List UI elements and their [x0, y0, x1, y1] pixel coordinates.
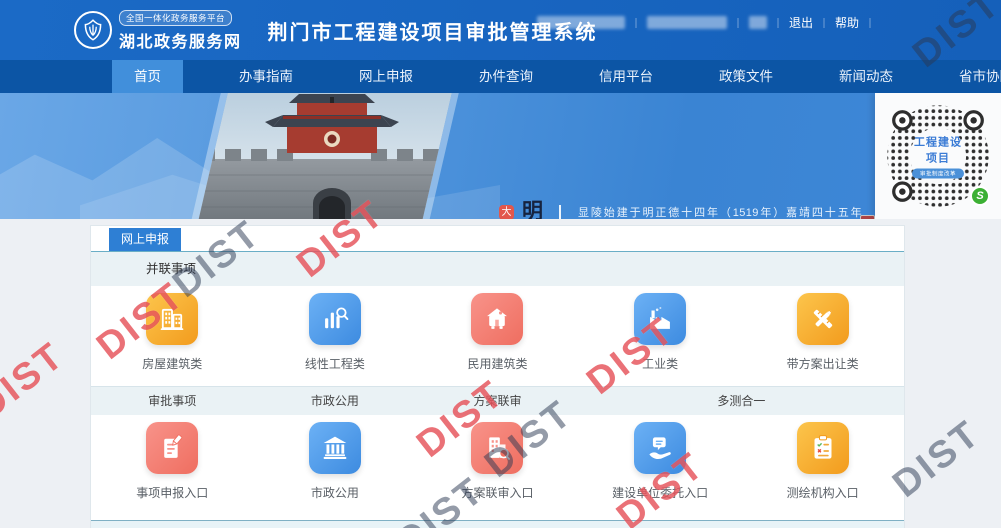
next-section-band — [91, 520, 904, 528]
clipboard-check-icon — [797, 422, 849, 474]
main-nav: 首页 办事指南 网上申报 办件查询 信用平台 政策文件 新闻动态 省市协同平台 — [0, 60, 1001, 93]
entry-item-joint-review[interactable]: 方案联审入口 — [416, 415, 579, 515]
factory-icon — [634, 293, 686, 345]
top-header: 全国一体化政务服务平台 湖北政务服务网 荆门市工程建设项目审批管理系统 ｜ ｜ … — [0, 0, 1001, 60]
qr-center-label: 工程建设 项目 审批制度改革 — [907, 134, 969, 179]
service-civil-building[interactable]: 民用建筑类 — [416, 286, 579, 386]
nav-item-credit-platform[interactable]: 信用平台 — [589, 60, 663, 93]
nav-item-province-city[interactable]: 省市协同平台 — [949, 60, 1001, 93]
title-char: 明 — [522, 201, 543, 219]
section-multi-survey: 多测合一 — [579, 387, 904, 415]
separator: ｜ — [819, 15, 829, 30]
service-linear-engineering[interactable]: 线性工程类 — [254, 286, 417, 386]
slogan-char: 大 — [499, 205, 514, 219]
vertical-divider — [559, 205, 561, 219]
user-links: ｜ ｜ ｜ 退出 ｜ 帮助 ｜ — [537, 14, 881, 31]
buildings-icon — [146, 293, 198, 345]
qr-title-line1: 工程建设 — [907, 134, 969, 150]
service-label: 房屋建筑类 — [142, 355, 202, 372]
section-approval-items: 审批事项 — [91, 387, 254, 415]
separator: ｜ — [631, 15, 641, 30]
logo[interactable]: 全国一体化政务服务平台 湖北政务服务网 — [74, 8, 242, 52]
banner-photo — [190, 93, 459, 219]
qr-code-panel: 工程建设 项目 审批制度改革 S — [875, 93, 1001, 219]
entry-label: 市政公用 — [311, 484, 359, 501]
section-headers-row: 审批事项 市政公用 方案联审 多测合一 — [91, 386, 904, 415]
nav-item-news[interactable]: 新闻动态 — [829, 60, 903, 93]
platform-badge: 全国一体化政务服务平台 — [119, 10, 232, 26]
nav-item-online-declare[interactable]: 网上申报 — [349, 60, 423, 93]
separator: ｜ — [733, 15, 743, 30]
entry-label: 测绘机构入口 — [787, 484, 859, 501]
redacted-user-info — [647, 16, 727, 29]
wechat-logo-icon: S — [970, 186, 990, 206]
nav-item-policy-files[interactable]: 政策文件 — [709, 60, 783, 93]
building-search-icon — [471, 422, 523, 474]
page: 全国一体化政务服务平台 湖北政务服务网 荆门市工程建设项目审批管理系统 ｜ ｜ … — [0, 0, 1001, 528]
entry-item-declare[interactable]: 事项申报入口 — [91, 415, 254, 515]
gate-tower-illustration — [195, 93, 460, 219]
chart-search-icon — [309, 293, 361, 345]
logo-text: 全国一体化政务服务平台 湖北政务服务网 — [119, 8, 242, 52]
hand-shield-icon — [634, 422, 686, 474]
bank-icon — [309, 422, 361, 474]
site-name: 湖北政务服务网 — [119, 28, 242, 52]
help-link[interactable]: 帮助 — [835, 14, 859, 31]
section-parallel-items: 并联事项 — [91, 251, 904, 286]
service-label: 工业类 — [642, 355, 678, 372]
service-label: 民用建筑类 — [467, 355, 527, 372]
service-label: 线性工程类 — [305, 355, 365, 372]
main-content: 网上申报 并联事项 — [0, 219, 1001, 528]
separator: ｜ — [865, 15, 875, 30]
tab-online-declare[interactable]: 网上申报 — [109, 228, 181, 251]
document-edit-icon — [146, 422, 198, 474]
entry-items-row: 事项申报入口 市政公用 — [91, 415, 904, 515]
banner-slogan-vertical: 大 美 荆 门 — [499, 205, 514, 219]
parallel-items-row: 房屋建筑类 线性工程类 — [91, 286, 904, 386]
banner-description: 显陵始建于明正德十四年（1519年）嘉靖四十五年（1566年）建成，前后历时共4… — [578, 203, 862, 219]
redacted-user-info — [749, 16, 767, 29]
separator: ｜ — [773, 15, 783, 30]
entry-label: 事项申报入口 — [136, 484, 208, 501]
qr-title-line2: 项目 — [907, 150, 969, 166]
redacted-user-info — [537, 16, 625, 29]
nav-item-case-query[interactable]: 办件查询 — [469, 60, 543, 93]
pencil-ruler-icon — [797, 293, 849, 345]
entry-item-municipal[interactable]: 市政公用 — [254, 415, 417, 515]
house-icon — [471, 293, 523, 345]
tab-row: 网上申报 — [91, 226, 904, 251]
logout-link[interactable]: 退出 — [789, 14, 813, 31]
nav-item-home[interactable]: 首页 — [112, 60, 183, 93]
gov-emblem-icon — [74, 11, 112, 49]
services-card: 网上申报 并联事项 — [90, 225, 905, 528]
qr-code: 工程建设 项目 审批制度改革 S — [884, 102, 992, 210]
banner-title-vertical: 明 显 陵 — [522, 201, 543, 219]
entry-item-owner-delegate[interactable]: 建设单位委托入口 — [579, 415, 742, 515]
entry-label: 方案联审入口 — [461, 484, 533, 501]
section-municipal-public: 市政公用 — [254, 387, 417, 415]
service-housing-construction[interactable]: 房屋建筑类 — [91, 286, 254, 386]
carousel-banner[interactable]: 大 美 荆 门 明 显 陵 显陵始建于明正德十四年（1519年）嘉靖四十五年（1… — [0, 93, 1001, 219]
section-plan-joint-review: 方案联审 — [416, 387, 579, 415]
qr-badge: 审批制度改革 — [912, 169, 964, 179]
entry-label: 建设单位委托入口 — [612, 484, 708, 501]
service-label: 带方案出让类 — [787, 355, 859, 372]
emblem-glyph-icon — [80, 17, 106, 43]
entry-item-survey-agency[interactable]: 测绘机构入口 — [741, 415, 904, 515]
service-plan-transfer[interactable]: 带方案出让类 — [741, 286, 904, 386]
nav-item-guide[interactable]: 办事指南 — [229, 60, 303, 93]
service-industrial[interactable]: 工业类 — [579, 286, 742, 386]
